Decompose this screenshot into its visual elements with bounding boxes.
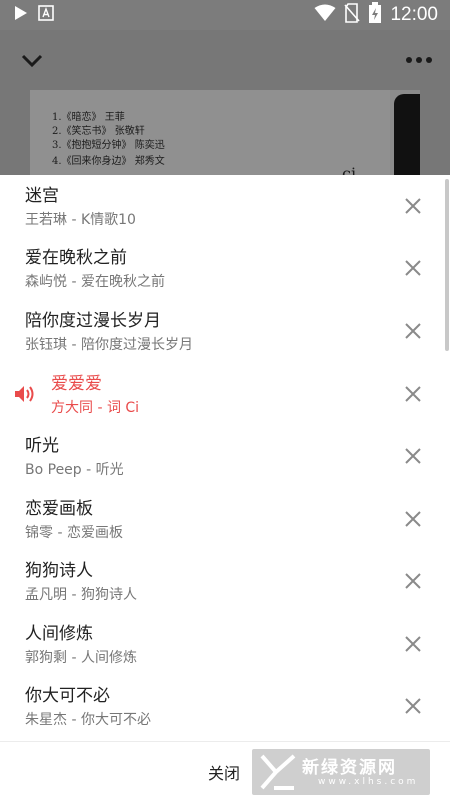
remove-button[interactable] bbox=[404, 322, 422, 340]
list-item[interactable]: 恋爱画板 锦零 - 恋爱画板 bbox=[0, 488, 450, 550]
cover-text-line: 3.《抱抱短分钟》 陈奕迅 bbox=[52, 140, 165, 151]
song-artist: Bo Peep - 听光 bbox=[25, 462, 124, 478]
app-notification-icon bbox=[38, 5, 54, 25]
song-text: 狗狗诗人 孟凡明 - 狗狗诗人 bbox=[25, 560, 137, 605]
battery-charging-icon bbox=[368, 2, 382, 28]
list-item[interactable]: 狗狗诗人 孟凡明 - 狗狗诗人 bbox=[0, 550, 450, 612]
song-title: 迷宫 bbox=[25, 186, 59, 206]
close-icon bbox=[405, 636, 421, 652]
more-icon bbox=[406, 57, 432, 63]
wifi-icon bbox=[314, 4, 336, 26]
remove-button[interactable] bbox=[404, 259, 422, 277]
status-bar: 12:00 bbox=[0, 0, 450, 30]
song-title: 恋爱画板 bbox=[25, 499, 93, 519]
close-icon bbox=[405, 573, 421, 589]
list-item[interactable]: 爱在晚秋之前 森屿悦 - 爱在晚秋之前 bbox=[0, 237, 450, 299]
remove-button[interactable] bbox=[404, 385, 422, 403]
list-item[interactable]: 人间修炼 郭狗剩 - 人间修炼 bbox=[0, 613, 450, 675]
clock: 12:00 bbox=[390, 4, 438, 25]
remove-button[interactable] bbox=[404, 447, 422, 465]
collapse-button[interactable] bbox=[18, 48, 46, 72]
close-icon bbox=[405, 198, 421, 214]
list-item[interactable]: 听光 Bo Peep - 听光 bbox=[0, 425, 450, 487]
song-text: 迷宫 王若琳 - K情歌10 bbox=[25, 185, 136, 230]
player-top-bar bbox=[0, 30, 450, 90]
song-artist: 王若琳 - K情歌10 bbox=[25, 212, 136, 228]
close-icon bbox=[405, 511, 421, 527]
cover-paper: 1.《暗恋》 王菲 2.《笑忘书》 张敬轩 3.《抱抱短分钟》 陈奕迅 4.《回… bbox=[30, 90, 390, 175]
cover-text-line: 1.《暗恋》 王菲 bbox=[52, 112, 125, 123]
cover-text-line: 4.《回来你身边》 郑秀文 bbox=[52, 156, 165, 167]
watermark-mark-icon bbox=[260, 754, 296, 790]
song-artist: 郭狗剩 - 人间修炼 bbox=[25, 650, 137, 666]
song-artist: 方大同 - 词 Ci bbox=[51, 400, 140, 416]
watermark-logo: 新绿资源网 www.xlhs.com bbox=[252, 749, 430, 795]
album-cover: 1.《暗恋》 王菲 2.《笑忘书》 张敬轩 3.《抱抱短分钟》 陈奕迅 4.《回… bbox=[30, 90, 420, 175]
play-notification-icon bbox=[14, 5, 28, 25]
remove-button[interactable] bbox=[404, 697, 422, 715]
song-text: 听光 Bo Peep - 听光 bbox=[25, 435, 124, 480]
list-item[interactable]: 你大可不必 朱星杰 - 你大可不必 bbox=[0, 675, 450, 737]
song-title: 陪你度过漫长岁月 bbox=[25, 311, 161, 331]
remove-button[interactable] bbox=[404, 510, 422, 528]
song-title: 爱在晚秋之前 bbox=[25, 248, 127, 268]
chevron-down-icon bbox=[21, 54, 43, 68]
song-title: 狗狗诗人 bbox=[25, 561, 93, 581]
close-icon bbox=[405, 448, 421, 464]
close-icon bbox=[405, 323, 421, 339]
song-text: 陪你度过漫长岁月 张钰琪 - 陪你度过漫长岁月 bbox=[25, 310, 193, 355]
song-artist: 孟凡明 - 狗狗诗人 bbox=[25, 587, 137, 603]
remove-button[interactable] bbox=[404, 197, 422, 215]
song-title: 人间修炼 bbox=[25, 624, 93, 644]
list-item[interactable]: 迷宫 王若琳 - K情歌10 bbox=[0, 175, 450, 237]
playlist-sheet: 迷宫 王若琳 - K情歌10 爱在晚秋之前 森屿悦 - 爱在晚秋之前 陪你度过漫… bbox=[0, 175, 450, 800]
more-options-button[interactable] bbox=[404, 50, 434, 70]
song-text: 恋爱画板 锦零 - 恋爱画板 bbox=[25, 498, 123, 543]
song-title: 你大可不必 bbox=[25, 686, 110, 706]
cover-ci-text: ci bbox=[342, 164, 357, 175]
song-text: 爱在晚秋之前 森屿悦 - 爱在晚秋之前 bbox=[25, 247, 165, 292]
remove-button[interactable] bbox=[404, 635, 422, 653]
song-text: 人间修炼 郭狗剩 - 人间修炼 bbox=[25, 623, 137, 668]
divider bbox=[0, 741, 450, 742]
list-item-now-playing[interactable]: 爱爱爱 方大同 - 词 Ci bbox=[0, 363, 450, 425]
watermark-text: 新绿资源网 bbox=[302, 758, 397, 778]
close-icon bbox=[405, 260, 421, 276]
song-artist: 锦零 - 恋爱画板 bbox=[25, 525, 123, 541]
song-text: 爱爱爱 方大同 - 词 Ci bbox=[51, 373, 139, 418]
watermark-url: www.xlhs.com bbox=[318, 777, 419, 787]
speaker-icon bbox=[14, 385, 36, 403]
song-title: 听光 bbox=[25, 436, 59, 456]
song-artist: 张钰琪 - 陪你度过漫长岁月 bbox=[25, 337, 193, 353]
cover-spine bbox=[394, 94, 420, 175]
close-icon bbox=[405, 386, 421, 402]
remove-button[interactable] bbox=[404, 572, 422, 590]
song-title: 爱爱爱 bbox=[51, 374, 102, 394]
close-button[interactable]: 关闭 bbox=[196, 760, 252, 788]
player-background: 1.《暗恋》 王菲 2.《笑忘书》 张敬轩 3.《抱抱短分钟》 陈奕迅 4.《回… bbox=[0, 30, 450, 175]
no-sim-icon bbox=[344, 3, 361, 27]
cover-text-line: 2.《笑忘书》 张敬轩 bbox=[52, 126, 145, 137]
song-artist: 森屿悦 - 爱在晚秋之前 bbox=[25, 274, 165, 290]
playlist[interactable]: 迷宫 王若琳 - K情歌10 爱在晚秋之前 森屿悦 - 爱在晚秋之前 陪你度过漫… bbox=[0, 175, 450, 738]
song-text: 你大可不必 朱星杰 - 你大可不必 bbox=[25, 685, 151, 730]
close-icon bbox=[405, 698, 421, 714]
song-artist: 朱星杰 - 你大可不必 bbox=[25, 712, 151, 728]
list-item[interactable]: 陪你度过漫长岁月 张钰琪 - 陪你度过漫长岁月 bbox=[0, 300, 450, 362]
